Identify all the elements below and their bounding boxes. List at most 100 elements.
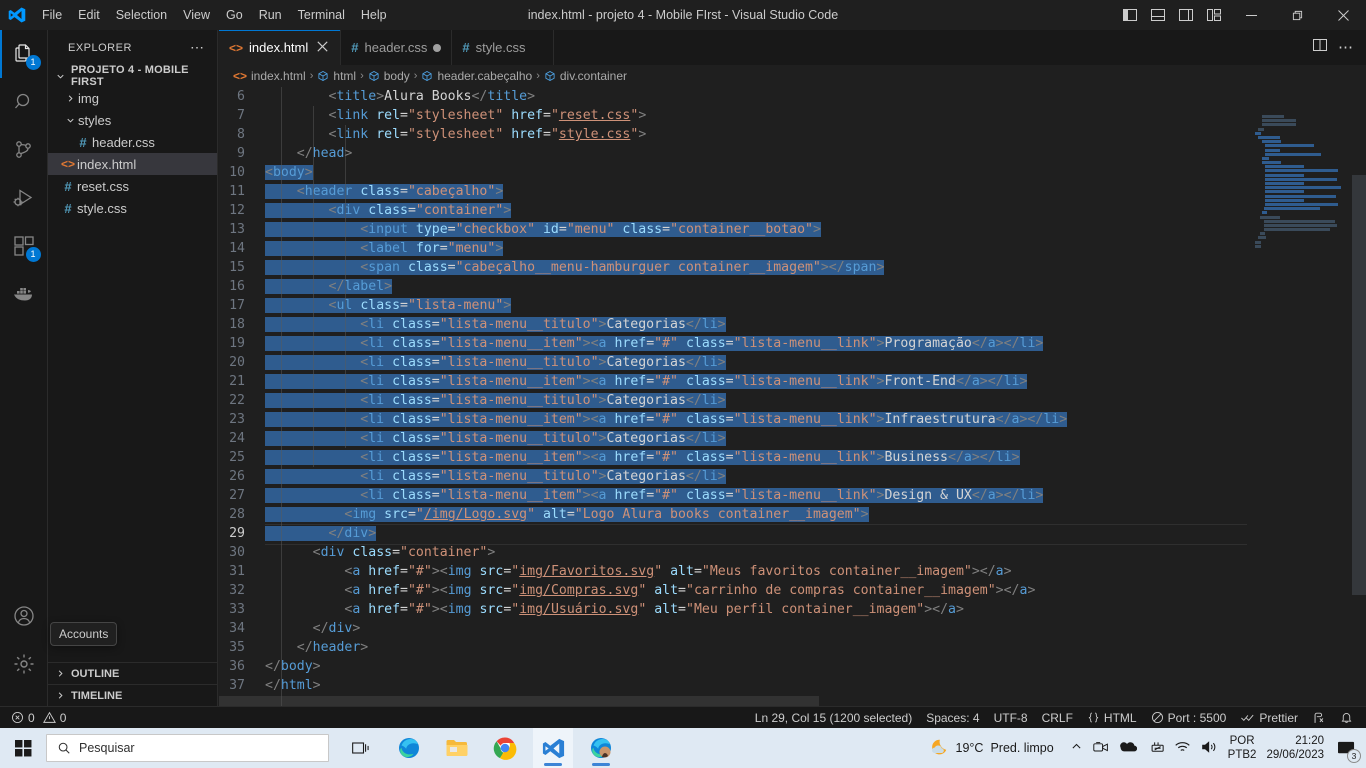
chrome-icon[interactable] [485, 728, 525, 768]
code-line[interactable]: 28 <img src="/img/Logo.svg" alt="Logo Al… [219, 505, 1366, 524]
code-line[interactable]: 19 <li class="lista-menu__item"><a href=… [219, 334, 1366, 353]
edge-icon[interactable] [389, 728, 429, 768]
code-line[interactable]: 30 <div class="container"> [219, 543, 1366, 562]
code-line[interactable]: 14 <label for="menu"> [219, 239, 1366, 258]
volume-icon[interactable] [1201, 740, 1218, 757]
customize-layout-icon[interactable] [1200, 0, 1228, 30]
tree-item-reset-css[interactable]: # reset.css [48, 175, 217, 197]
split-editor-right-icon[interactable] [1312, 37, 1328, 58]
window-close-button[interactable] [1320, 0, 1366, 30]
status-notifications-bell-icon[interactable] [1333, 707, 1360, 729]
code-line[interactable]: 11 <header class="cabeçalho"> [219, 182, 1366, 201]
code-line[interactable]: 23 <li class="lista-menu__item"><a href=… [219, 410, 1366, 429]
code-editor[interactable]: 6 <title>Alura Books</title> 7 <link rel=… [219, 87, 1366, 706]
code-line[interactable]: 37 </html> [219, 676, 1366, 695]
window-minimize-button[interactable] [1228, 0, 1274, 30]
code-line[interactable]: 36 </body> [219, 657, 1366, 676]
vertical-scrollbar-thumb[interactable] [1352, 175, 1366, 595]
code-line[interactable]: 32 <a href="#"><img src="img/Compras.svg… [219, 581, 1366, 600]
status-problems[interactable]: 0 0 [4, 707, 73, 729]
code-line[interactable]: 18 <li class="lista-menu__titulo">Catego… [219, 315, 1366, 334]
code-line[interactable]: 10 <body> [219, 163, 1366, 182]
activity-settings-icon[interactable] [0, 640, 48, 688]
code-line[interactable]: 13 <input type="checkbox" id="menu" clas… [219, 220, 1366, 239]
code-line[interactable]: 33 <a href="#"><img src="img/Usuário.svg… [219, 600, 1366, 619]
menu-edit[interactable]: Edit [70, 4, 108, 26]
wifi-icon[interactable] [1174, 740, 1191, 757]
menu-view[interactable]: View [175, 4, 218, 26]
code-lines[interactable]: 6 <title>Alura Books</title> 7 <link rel=… [219, 87, 1366, 695]
code-line[interactable]: 31 <a href="#"><img src="img/Favoritos.s… [219, 562, 1366, 581]
status-remote-icon[interactable] [1305, 707, 1333, 729]
code-line[interactable]: 17 <ul class="lista-menu"> [219, 296, 1366, 315]
meet-now-icon[interactable] [1092, 740, 1109, 757]
status-cursor-position[interactable]: Ln 29, Col 15 (1200 selected) [748, 707, 919, 729]
code-line[interactable]: 12 <div class="container"> [219, 201, 1366, 220]
weather-widget[interactable]: 19°C Pred. limpo [927, 737, 1054, 759]
window-maximize-button[interactable] [1274, 0, 1320, 30]
code-line[interactable]: 9 </head> [219, 144, 1366, 163]
tree-item-img[interactable]: img [48, 87, 217, 109]
tab-close-icon[interactable] [314, 40, 330, 55]
panel-outline[interactable]: OUTLINE [48, 662, 217, 684]
breadcrumb-symbol-body[interactable]: body [368, 69, 410, 83]
task-view-icon[interactable] [341, 728, 381, 768]
breadcrumb-symbol-html[interactable]: html [317, 69, 356, 83]
activity-source-control-icon[interactable] [0, 126, 48, 174]
code-line[interactable]: 29 </div> [219, 524, 1366, 545]
activity-run-debug-icon[interactable] [0, 174, 48, 222]
tree-item-style-css[interactable]: # style.css [48, 197, 217, 219]
editor-more-actions-icon[interactable]: ⋯ [1338, 40, 1354, 55]
onedrive-icon[interactable] [1119, 740, 1137, 756]
tree-item-index-html[interactable]: <> index.html [48, 153, 217, 175]
status-indentation[interactable]: Spaces: 4 [919, 707, 986, 729]
menu-go[interactable]: Go [218, 4, 251, 26]
code-line[interactable]: 22 <li class="lista-menu__titulo">Catego… [219, 391, 1366, 410]
vscode-icon[interactable] [533, 728, 573, 768]
taskbar-search-input[interactable]: Pesquisar [46, 734, 329, 762]
tab-style-css[interactable]: # style.css [452, 30, 555, 65]
panel-timeline[interactable]: TIMELINE [48, 684, 217, 706]
toggle-panel-icon[interactable] [1144, 0, 1172, 30]
code-line[interactable]: 35 </header> [219, 638, 1366, 657]
tab-header-css[interactable]: # header.css [341, 30, 453, 65]
breadcrumb-symbol-header[interactable]: header.cabeçalho [421, 69, 532, 83]
clock[interactable]: 21:20 29/06/2023 [1266, 734, 1324, 762]
tab-index-html[interactable]: <> index.html [219, 30, 342, 65]
code-line[interactable]: 8 <link rel="stylesheet" href="style.css… [219, 125, 1366, 144]
menu-terminal[interactable]: Terminal [290, 4, 353, 26]
menu-run[interactable]: Run [251, 4, 290, 26]
code-line[interactable]: 27 <li class="lista-menu__item"><a href=… [219, 486, 1366, 505]
folder-root-row[interactable]: PROJETO 4 - MOBILE FIRST [48, 64, 217, 88]
input-language-indicator[interactable]: POR PTB2 [1228, 734, 1257, 762]
code-line[interactable]: 6 <title>Alura Books</title> [219, 87, 1366, 106]
toggle-secondary-sidebar-icon[interactable] [1172, 0, 1200, 30]
activity-search-icon[interactable] [0, 78, 48, 126]
menu-help[interactable]: Help [353, 4, 395, 26]
chevron-up-icon[interactable] [1070, 740, 1083, 756]
notification-center-button[interactable]: 3 [1334, 736, 1361, 763]
code-line[interactable]: 21 <li class="lista-menu__item"><a href=… [219, 372, 1366, 391]
code-line[interactable]: 25 <li class="lista-menu__item"><a href=… [219, 448, 1366, 467]
start-button[interactable] [0, 728, 46, 768]
menu-file[interactable]: File [34, 4, 70, 26]
status-prettier[interactable]: Prettier [1233, 707, 1305, 729]
vertical-scrollbar[interactable] [1352, 87, 1366, 706]
menu-selection[interactable]: Selection [108, 4, 175, 26]
activity-extensions-icon[interactable]: 1 [0, 222, 48, 270]
menu-bar[interactable]: File Edit Selection View Go Run Terminal… [34, 0, 395, 30]
status-language-mode[interactable]: HTML [1080, 707, 1144, 729]
activity-accounts-icon[interactable] [0, 592, 48, 640]
horizontal-scrollbar-thumb[interactable] [219, 696, 819, 706]
toggle-primary-sidebar-icon[interactable] [1116, 0, 1144, 30]
file-explorer-icon[interactable] [437, 728, 477, 768]
unsaved-indicator-icon[interactable] [433, 43, 442, 52]
status-encoding[interactable]: UTF-8 [987, 707, 1035, 729]
breadcrumb-file[interactable]: <> index.html [233, 69, 306, 83]
code-line[interactable]: 24 <li class="lista-menu__titulo">Catego… [219, 429, 1366, 448]
code-line[interactable]: 7 <link rel="stylesheet" href="reset.css… [219, 106, 1366, 125]
horizontal-scrollbar[interactable] [219, 696, 1352, 706]
safely-remove-hardware-icon[interactable] [1147, 740, 1164, 757]
tree-item-styles[interactable]: styles [48, 109, 217, 131]
code-line[interactable]: 34 </div> [219, 619, 1366, 638]
